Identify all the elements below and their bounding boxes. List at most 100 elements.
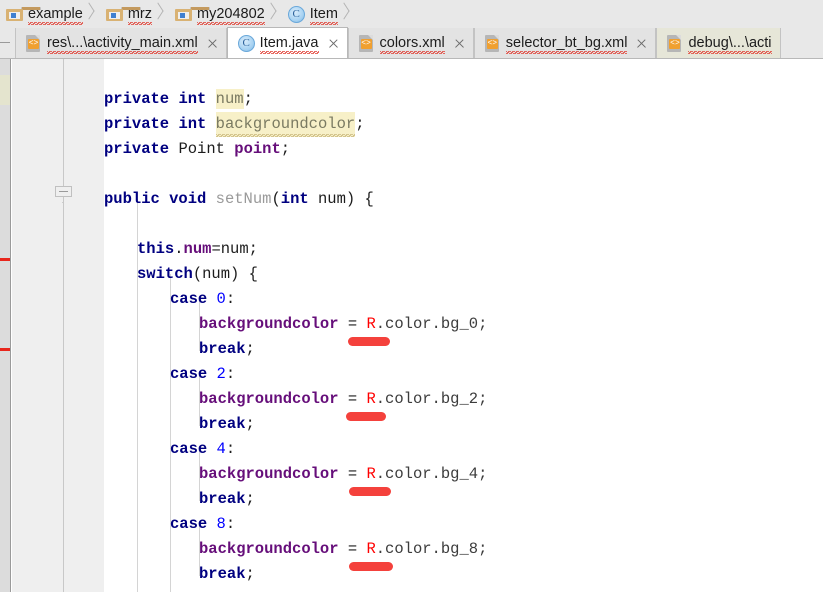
code-token: ; <box>243 90 253 108</box>
code-token: ; <box>245 565 255 583</box>
code-surface[interactable]: private int num; private int backgroundco… <box>104 59 823 592</box>
xml-file-icon: <> <box>484 34 501 52</box>
tab-close-icon[interactable] <box>207 38 218 49</box>
code-token: = <box>338 315 367 333</box>
red-marker-case-2 <box>346 412 386 421</box>
breadcrumb: example mrz my204802 C Item <box>0 0 823 28</box>
code-token: : <box>225 440 236 458</box>
code-token: private <box>104 90 170 108</box>
code-fold-toggle-icon[interactable] <box>55 186 72 203</box>
code-token: ; <box>245 490 255 508</box>
code-token: R <box>366 315 376 333</box>
code-token: private <box>104 140 170 158</box>
code-token: R <box>366 390 376 408</box>
code-token: . <box>174 240 184 258</box>
breadcrumb-label: example <box>28 5 83 25</box>
breadcrumb-item-my204802[interactable]: my204802 <box>169 0 282 28</box>
code-token: private <box>104 115 170 133</box>
breadcrumb-item-item[interactable]: C Item <box>282 0 355 28</box>
editor-gutter[interactable] <box>12 59 104 592</box>
code-token: public <box>104 190 160 208</box>
red-marker-case-8 <box>349 562 393 571</box>
code-line: backgroundcolor = R.color.bg_2; <box>199 387 487 412</box>
code-token: backgroundcolor <box>199 540 339 558</box>
code-token: .color.bg_4; <box>375 465 488 483</box>
code-token: int <box>178 115 207 133</box>
code-line: break; <box>199 337 255 362</box>
breadcrumb-label: my204802 <box>196 5 265 25</box>
code-token: break <box>199 565 246 583</box>
code-token: backgroundcolor <box>199 390 339 408</box>
code-token: break <box>199 490 246 508</box>
class-icon: C <box>287 5 305 23</box>
xml-file-icon: <> <box>26 34 42 52</box>
code-line: this.num=num; <box>137 237 258 262</box>
code-line: backgroundcolor = R.color.bg_0; <box>199 312 487 337</box>
code-line: case 4: <box>170 437 235 462</box>
code-token: num <box>318 190 346 208</box>
code-token: backgroundcolor <box>215 112 356 137</box>
code-token: num <box>183 240 212 258</box>
code-token: ; <box>355 115 365 133</box>
chevron-right-icon <box>338 0 351 28</box>
code-token: 0 <box>216 290 226 308</box>
tab-close-icon[interactable] <box>328 38 339 49</box>
code-token: =num; <box>211 240 258 258</box>
red-marker-case-0 <box>348 337 390 346</box>
code-token: : <box>225 365 236 383</box>
chevron-right-icon <box>83 0 96 28</box>
code-token: ( <box>271 190 281 208</box>
stripe-error-2[interactable] <box>0 348 10 351</box>
code-token: ; <box>245 415 255 433</box>
tab-res-activity-main-xml[interactable]: <> res\...\activity_main.xml <box>15 28 227 58</box>
code-token: R <box>366 465 376 483</box>
breadcrumb-item-mrz[interactable]: mrz <box>100 0 169 28</box>
tab-debug-acti[interactable]: <> debug\...\acti <box>656 28 781 58</box>
code-line: backgroundcolor = R.color.bg_4; <box>199 462 487 487</box>
code-token: = <box>338 465 367 483</box>
code-token: break <box>199 340 246 358</box>
code-token: .color.bg_2; <box>375 390 488 408</box>
code-token: setNum <box>215 190 272 208</box>
code-token: void <box>169 190 207 208</box>
stripe-highlight-band[interactable] <box>0 75 10 105</box>
code-editor[interactable]: private int num; private int backgroundco… <box>0 59 823 592</box>
tab-label: colors.xml <box>379 34 446 54</box>
code-token: case <box>170 440 208 458</box>
code-token: case <box>170 515 208 533</box>
code-token: ) { <box>345 190 374 208</box>
code-token: .color.bg_8; <box>375 540 488 558</box>
class-icon: C <box>237 34 255 52</box>
folder-icon <box>6 7 41 21</box>
code-token: case <box>170 365 208 383</box>
error-stripe-bar[interactable] <box>0 59 11 592</box>
xml-file-icon: <> <box>358 34 375 52</box>
chevron-right-icon <box>152 0 165 28</box>
code-token: int <box>280 190 309 208</box>
code-token: backgroundcolor <box>199 465 339 483</box>
stripe-error-1[interactable] <box>0 258 10 261</box>
tab-item-java[interactable]: C Item.java <box>226 27 348 58</box>
tab-close-icon[interactable] <box>454 38 465 49</box>
code-line: public void setNum(int num) { <box>104 187 374 212</box>
chevron-right-icon <box>265 0 278 28</box>
tab-selector-bt-bg-xml[interactable]: <> selector_bt_bg.xml <box>473 28 657 58</box>
breadcrumb-item-example[interactable]: example <box>0 0 100 28</box>
code-token: : <box>225 290 236 308</box>
tab-close-icon[interactable] <box>636 38 647 49</box>
code-token: backgroundcolor <box>199 315 339 333</box>
code-token: R <box>366 540 376 558</box>
code-line: backgroundcolor = R.color.bg_8; <box>199 537 487 562</box>
breadcrumb-label: mrz <box>127 5 153 25</box>
tab-colors-xml[interactable]: <> colors.xml <box>347 28 474 58</box>
code-token: ; <box>245 340 255 358</box>
editor-tab-bar: <> res\...\activity_main.xml C Item.java <> c… <box>0 27 823 59</box>
